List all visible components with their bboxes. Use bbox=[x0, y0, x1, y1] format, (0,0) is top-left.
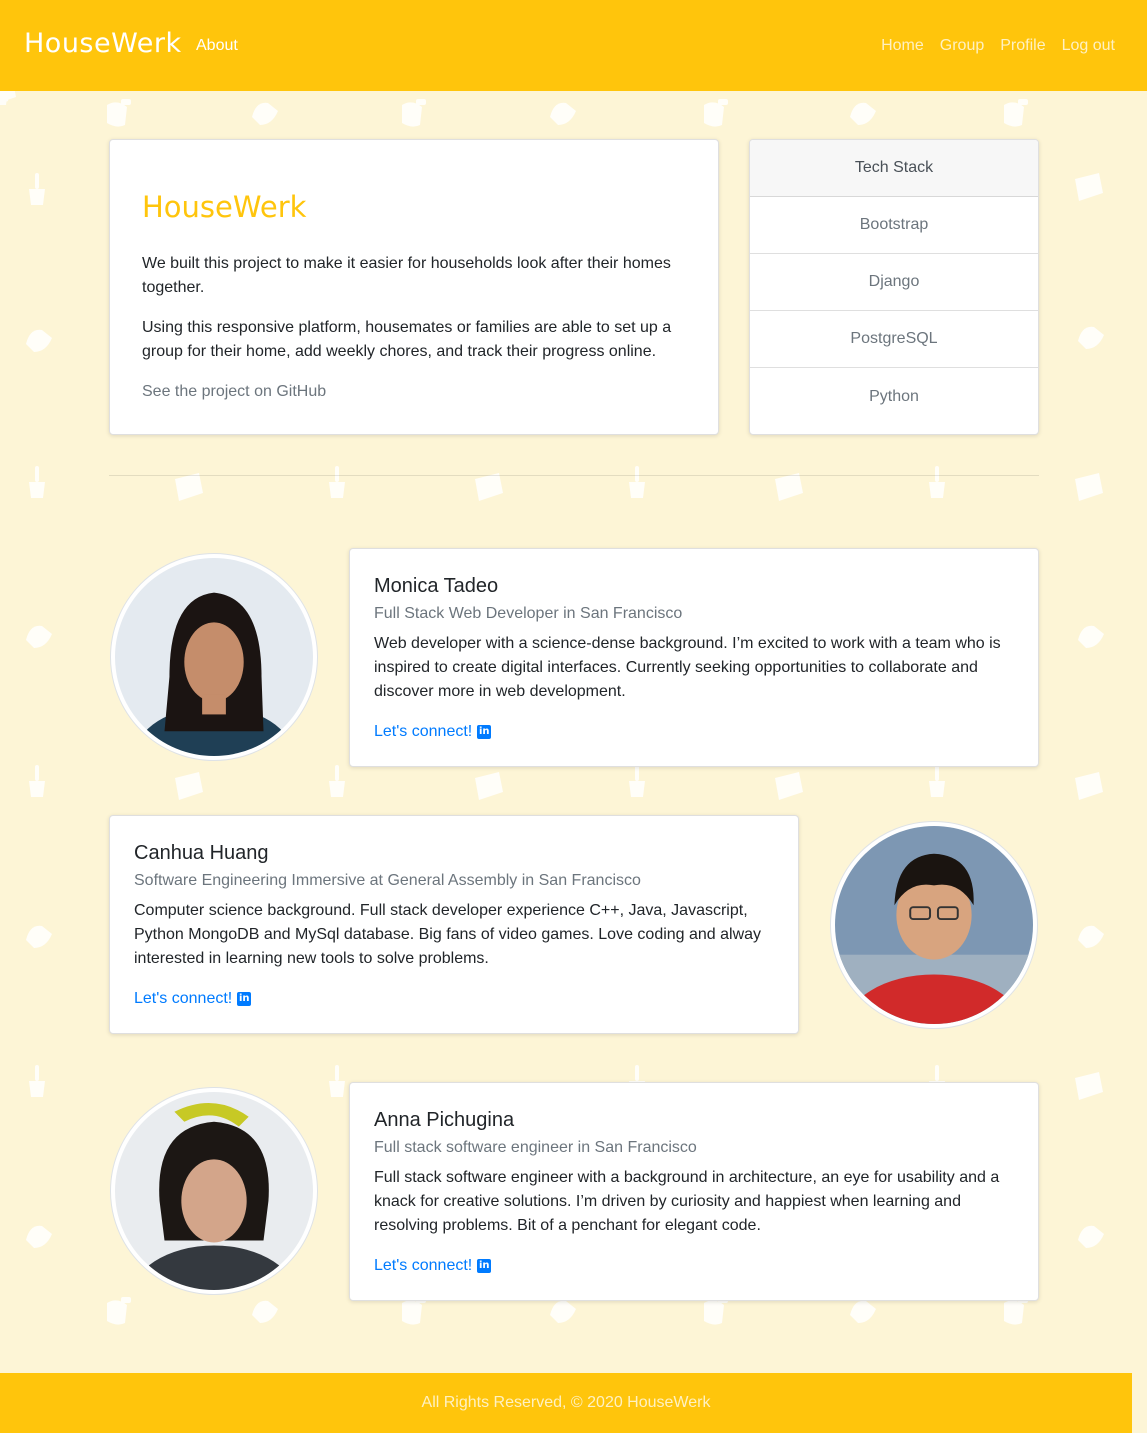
tech-stack-item-postgresql: PostgreSQL bbox=[750, 311, 1038, 368]
linkedin-icon[interactable]: in bbox=[477, 725, 492, 739]
section-divider bbox=[109, 475, 1039, 476]
avatar-anna bbox=[110, 1087, 318, 1295]
github-link[interactable]: See the project on GitHub bbox=[142, 380, 686, 404]
member-card: Canhua Huang Software Engineering Immers… bbox=[109, 815, 799, 1034]
connect-label[interactable]: Let's connect! bbox=[134, 987, 232, 1011]
intro-paragraph-2: Using this responsive platform, housemat… bbox=[142, 319, 672, 360]
intro-card: HouseWerk We built this project to make … bbox=[109, 139, 719, 435]
tech-stack-header: Tech Stack bbox=[750, 140, 1038, 197]
member-name: Canhua Huang bbox=[134, 842, 269, 864]
nav-link-group[interactable]: Group bbox=[940, 37, 984, 55]
nav-links: Home Group Profile Log out bbox=[881, 37, 1115, 55]
member-title: Full Stack Web Developer in San Francisc… bbox=[374, 605, 683, 622]
navbar: HouseWerk About Home Group Profile Log o… bbox=[0, 0, 1147, 91]
tech-stack-item-django: Django bbox=[750, 254, 1038, 311]
person-photo-icon bbox=[115, 558, 313, 756]
member-name: Monica Tadeo bbox=[374, 575, 499, 597]
intro-logo: HouseWerk bbox=[142, 190, 307, 224]
person-photo-icon bbox=[115, 1092, 313, 1290]
linkedin-link[interactable]: Let's connect! in bbox=[374, 1254, 1014, 1278]
avatar-photo bbox=[835, 826, 1033, 1024]
avatar-monica bbox=[110, 553, 318, 761]
avatar-photo bbox=[115, 558, 313, 756]
tech-stack-item-bootstrap: Bootstrap bbox=[750, 197, 1038, 254]
tech-stack-item-python: Python bbox=[869, 387, 919, 405]
member-bio: Web developer with a science-dense backg… bbox=[374, 635, 1001, 700]
member-title: Full stack software engineer in San Fran… bbox=[374, 1139, 697, 1156]
avatar-canhua bbox=[830, 821, 1038, 1029]
linkedin-icon[interactable]: in bbox=[477, 1259, 492, 1273]
intro-paragraph-1: We built this project to make it easier … bbox=[142, 255, 671, 296]
member-card: Monica Tadeo Full Stack Web Developer in… bbox=[349, 548, 1039, 767]
linkedin-link[interactable]: Let's connect! in bbox=[374, 720, 1014, 744]
linkedin-link[interactable]: Let's connect! in bbox=[134, 987, 774, 1011]
member-title: Software Engineering Immersive at Genera… bbox=[134, 872, 641, 889]
nav-link-logout[interactable]: Log out bbox=[1062, 37, 1115, 55]
nav-link-home[interactable]: Home bbox=[881, 37, 924, 55]
member-card: Anna Pichugina Full stack software engin… bbox=[349, 1082, 1039, 1301]
linkedin-icon[interactable]: in bbox=[237, 992, 252, 1006]
member-name: Anna Pichugina bbox=[374, 1109, 515, 1131]
connect-label[interactable]: Let's connect! bbox=[374, 720, 472, 744]
nav-link-about[interactable]: About bbox=[196, 37, 238, 55]
nav-link-profile[interactable]: Profile bbox=[1000, 37, 1045, 55]
brand-logo[interactable]: HouseWerk bbox=[24, 28, 182, 59]
footer-text: All Rights Reserved, © 2020 HouseWerk bbox=[421, 1394, 711, 1411]
member-bio: Computer science background. Full stack … bbox=[134, 902, 762, 967]
tech-stack-list: Tech Stack Bootstrap Django PostgreSQL P… bbox=[749, 139, 1039, 435]
person-photo-icon bbox=[835, 826, 1033, 1024]
avatar-photo bbox=[115, 1092, 313, 1290]
connect-label[interactable]: Let's connect! bbox=[374, 1254, 472, 1278]
member-bio: Full stack software engineer with a back… bbox=[374, 1169, 1000, 1234]
footer: All Rights Reserved, © 2020 HouseWerk bbox=[0, 1373, 1132, 1433]
